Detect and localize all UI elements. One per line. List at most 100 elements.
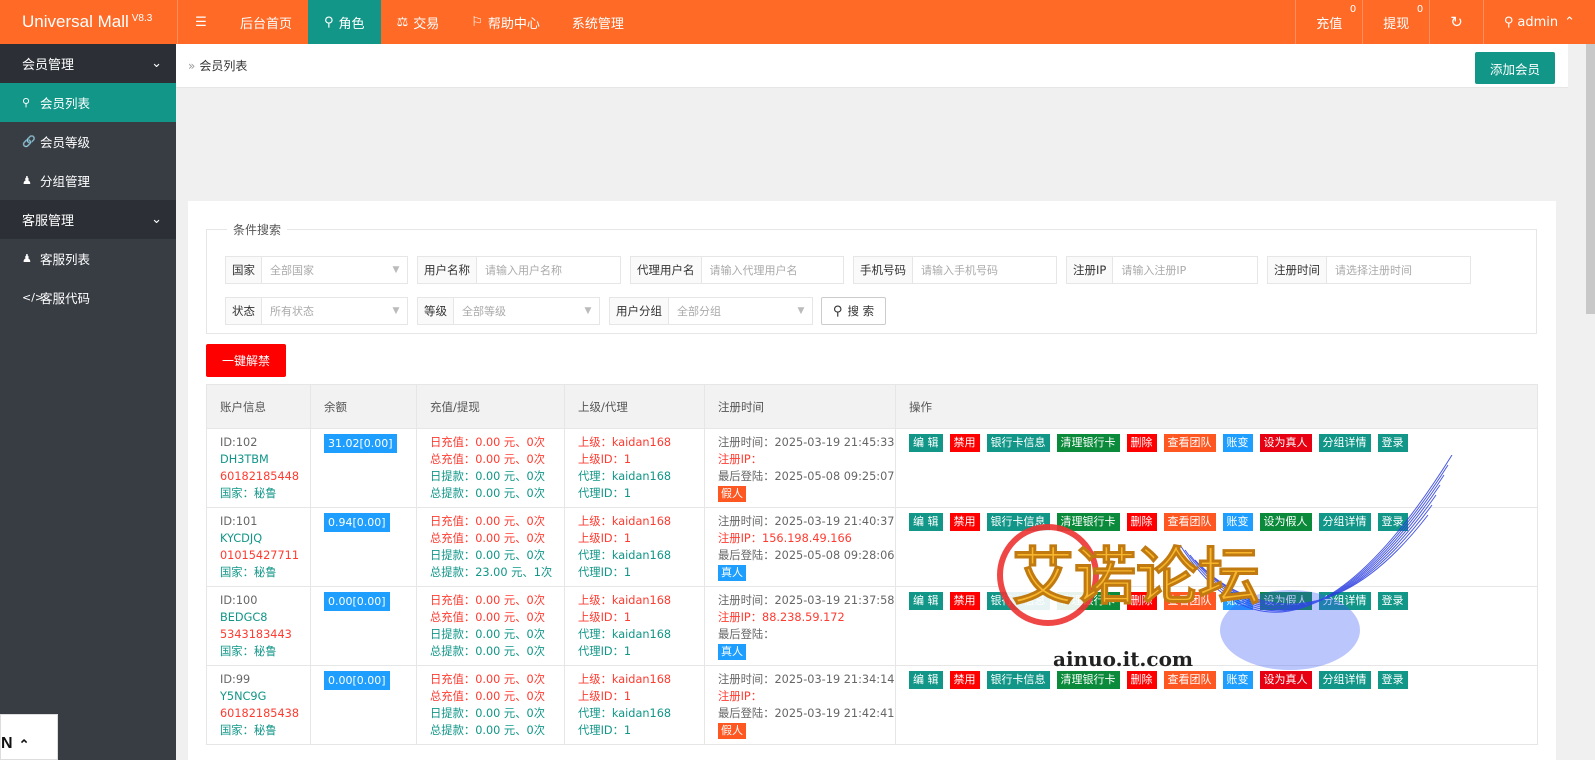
delete-button[interactable]: 删除 bbox=[1126, 434, 1157, 452]
withdraw-button[interactable]: 提现 0 bbox=[1362, 0, 1429, 44]
account-change-button[interactable]: 账变 bbox=[1222, 513, 1253, 531]
edit-button[interactable]: 编 辑 bbox=[909, 592, 943, 610]
total-withdraw: 总提款：0.00 元、0次 bbox=[430, 645, 546, 658]
ban-button[interactable]: 禁用 bbox=[949, 513, 980, 531]
account-change-button[interactable]: 账变 bbox=[1222, 592, 1253, 610]
view-team-button[interactable]: 查看团队 bbox=[1163, 513, 1216, 531]
refresh-icon[interactable]: ↻ bbox=[1429, 0, 1483, 44]
group-detail-button[interactable]: 分组详情 bbox=[1318, 671, 1371, 689]
account-change-button[interactable]: 账变 bbox=[1222, 671, 1253, 689]
toggle-real-button[interactable]: 设为真人 bbox=[1259, 671, 1312, 689]
sidebar-item-label: 会员等级 bbox=[40, 135, 91, 150]
login-button[interactable]: 登录 bbox=[1377, 671, 1408, 689]
bank-info-button[interactable]: 银行卡信息 bbox=[986, 671, 1050, 689]
nav-help[interactable]: ⚐ 帮助中心 bbox=[455, 0, 556, 44]
nav-trade[interactable]: ⚖ 交易 bbox=[381, 0, 456, 44]
view-team-button[interactable]: 查看团队 bbox=[1163, 592, 1216, 610]
top-nav: ☰ 后台首页 ⚲ 角色 ⚖ 交易 ⚐ 帮助中心 系统管理 bbox=[178, 0, 640, 44]
nav-system[interactable]: 系统管理 bbox=[556, 0, 640, 44]
clear-bank-button[interactable]: 清理银行卡 bbox=[1056, 671, 1120, 689]
action-buttons: 编 辑禁用 银行卡信息 清理银行卡 删除 查看团队 账变 设为真人 分组详情 登录 bbox=[909, 434, 1537, 452]
user-menu[interactable]: ⚲ admin ⌃ bbox=[1482, 0, 1595, 44]
login-button[interactable]: 登录 bbox=[1377, 434, 1408, 452]
field-label: 用户名称 bbox=[418, 257, 477, 283]
account-change-button[interactable]: 账变 bbox=[1222, 434, 1253, 452]
ban-button[interactable]: 禁用 bbox=[949, 592, 980, 610]
search-button[interactable]: ⚲ 搜 索 bbox=[821, 297, 886, 325]
group-detail-button[interactable]: 分组详情 bbox=[1318, 434, 1371, 452]
sidebar-group-service[interactable]: 客服管理 ⌄ bbox=[0, 200, 176, 239]
balance-badge[interactable]: 0.00[0.00] bbox=[324, 592, 390, 611]
field-value: 所有状态 bbox=[270, 305, 314, 318]
register-ip-input[interactable]: 注册IP 请输入注册IP bbox=[1066, 256, 1258, 284]
balance-cell: 31.02[0.00] bbox=[310, 428, 417, 508]
field-value: 全部分组 bbox=[677, 305, 721, 318]
level-select[interactable]: 等级 全部等级 ▼ bbox=[417, 297, 600, 325]
user-group-select[interactable]: 用户分组 全部分组 ▼ bbox=[609, 297, 813, 325]
agent-id: 代理ID：1 bbox=[578, 566, 632, 579]
balance-badge[interactable]: 31.02[0.00] bbox=[324, 434, 397, 453]
flag-icon: ⚐ bbox=[471, 14, 483, 30]
status-select[interactable]: 状态 所有状态 ▼ bbox=[225, 297, 408, 325]
account-type-badge: 真人 bbox=[718, 644, 746, 660]
delete-button[interactable]: 删除 bbox=[1126, 592, 1157, 610]
balance-badge[interactable]: 0.94[0.00] bbox=[324, 513, 390, 532]
parent-id: 上级ID：1 bbox=[578, 611, 632, 624]
scrollbar[interactable] bbox=[1586, 44, 1595, 314]
nav-role[interactable]: ⚲ 角色 bbox=[308, 0, 381, 44]
add-member-button[interactable]: 添加会员 bbox=[1475, 52, 1555, 84]
login-button[interactable]: 登录 bbox=[1377, 513, 1408, 531]
agent-username-input[interactable]: 代理用户名 请输入代理用户名 bbox=[630, 256, 844, 284]
clear-bank-button[interactable]: 清理银行卡 bbox=[1056, 513, 1120, 531]
recharge-button[interactable]: 充值 0 bbox=[1295, 0, 1362, 44]
bank-info-button[interactable]: 银行卡信息 bbox=[986, 513, 1050, 531]
clear-bank-button[interactable]: 清理银行卡 bbox=[1056, 434, 1120, 452]
bank-info-button[interactable]: 银行卡信息 bbox=[986, 434, 1050, 452]
parent-name: 上级：kaidan168 bbox=[578, 673, 672, 686]
member-id: ID:101 bbox=[220, 515, 258, 528]
bank-info-button[interactable]: 银行卡信息 bbox=[986, 592, 1050, 610]
register-time-input[interactable]: 注册时间 请选择注册时间 bbox=[1267, 256, 1471, 284]
delete-button[interactable]: 删除 bbox=[1126, 513, 1157, 531]
table-row: ID:99 Y5NC9G 60182185438 国家：秘鲁 0.00[0.00] 日充值… bbox=[206, 665, 1538, 745]
app-logo[interactable]: Universal Mall V8.3 bbox=[0, 0, 178, 44]
menu-toggle-icon[interactable]: ☰ bbox=[178, 0, 224, 44]
clear-bank-button[interactable]: 清理银行卡 bbox=[1056, 592, 1120, 610]
last-login: 最后登陆：2025-05-08 09:25:07 bbox=[718, 470, 895, 483]
last-login: 最后登陆： bbox=[718, 628, 775, 641]
sidebar-item-member-level[interactable]: 🔗 会员等级 bbox=[0, 122, 176, 161]
parent-cell: 上级：kaidan168 上级ID：1 代理：kaidan168 代理ID：1 bbox=[564, 507, 705, 587]
login-button[interactable]: 登录 bbox=[1377, 592, 1408, 610]
toggle-real-button[interactable]: 设为真人 bbox=[1259, 434, 1312, 452]
edit-button[interactable]: 编 辑 bbox=[909, 671, 943, 689]
country-select[interactable]: 国家 全部国家 ▼ bbox=[225, 256, 408, 284]
unban-all-button[interactable]: 一键解禁 bbox=[206, 344, 286, 377]
delete-button[interactable]: 删除 bbox=[1126, 671, 1157, 689]
register-time: 注册时间：2025-03-19 21:40:37 bbox=[718, 515, 895, 528]
edit-button[interactable]: 编 辑 bbox=[909, 434, 943, 452]
group-detail-button[interactable]: 分组详情 bbox=[1318, 592, 1371, 610]
sidebar-item-service-list[interactable]: ♟ 客服列表 bbox=[0, 239, 176, 278]
sidebar-item-member-list[interactable]: ⚲ 会员列表 bbox=[0, 83, 176, 122]
sidebar-item-service-code[interactable]: </> 客服代码 bbox=[0, 278, 176, 317]
username-input[interactable]: 用户名称 请输入用户名称 bbox=[417, 256, 621, 284]
group-detail-button[interactable]: 分组详情 bbox=[1318, 513, 1371, 531]
phone-input[interactable]: 手机号码 请输入手机号码 bbox=[853, 256, 1057, 284]
sidebar-group-member[interactable]: 会员管理 ⌄ bbox=[0, 44, 176, 83]
ban-button[interactable]: 禁用 bbox=[949, 671, 980, 689]
sidebar-item-group-manage[interactable]: ♟ 分组管理 bbox=[0, 161, 176, 200]
nav-dashboard[interactable]: 后台首页 bbox=[224, 0, 308, 44]
total-recharge: 总充值：0.00 元、0次 bbox=[430, 690, 546, 703]
table-body: ID:102 DH3TBM 60182185448 国家：秘鲁 31.02[0.00] 日… bbox=[206, 428, 1538, 745]
ban-button[interactable]: 禁用 bbox=[949, 434, 980, 452]
toggle-real-button[interactable]: 设为假人 bbox=[1259, 513, 1312, 531]
view-team-button[interactable]: 查看团队 bbox=[1163, 434, 1216, 452]
balance-badge[interactable]: 0.00[0.00] bbox=[324, 671, 390, 690]
edit-button[interactable]: 编 辑 bbox=[909, 513, 943, 531]
account-type-badge: 假人 bbox=[718, 723, 746, 739]
view-team-button[interactable]: 查看团队 bbox=[1163, 671, 1216, 689]
register-time: 注册时间：2025-03-19 21:45:33 bbox=[718, 436, 895, 449]
day-withdraw: 日提款：0.00 元、0次 bbox=[430, 628, 546, 641]
toggle-real-button[interactable]: 设为假人 bbox=[1259, 592, 1312, 610]
corner-widget[interactable]: N ⌃ bbox=[0, 714, 58, 760]
